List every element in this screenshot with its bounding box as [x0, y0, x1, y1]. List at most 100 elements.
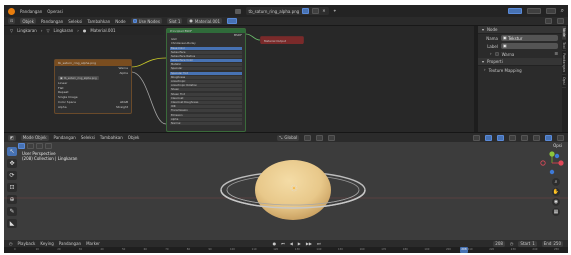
- menu-tambahkan-node[interactable]: Tambahkan: [87, 19, 110, 24]
- bsdf-input-row[interactable]: Emission: [167, 113, 245, 117]
- proportional-edit-button[interactable]: [328, 134, 336, 141]
- node-editor-canvas[interactable]: ▽ Lingkaran › ▽ Lingkaran › ● Material.0…: [4, 26, 474, 132]
- bsdf-input-row[interactable]: Sheen Tint: [167, 92, 245, 96]
- texture-mapping-row[interactable]: › Texture Mapping: [478, 66, 562, 74]
- bsdf-input-row[interactable]: Subsurface Radius: [167, 54, 245, 58]
- jump-end-icon[interactable]: ⏭: [317, 241, 321, 246]
- shading-material[interactable]: [545, 134, 552, 141]
- hand-pan-icon[interactable]: ✋: [552, 188, 560, 196]
- overlay-toggle[interactable]: [497, 134, 504, 141]
- menu-tambahkan-3d[interactable]: Tambahkan: [100, 135, 123, 140]
- menu-keying[interactable]: Keying: [40, 241, 53, 246]
- tab-tool[interactable]: Tool: [562, 40, 566, 52]
- image-browse-button[interactable]: [302, 8, 310, 14]
- new-image-button[interactable]: [312, 8, 320, 14]
- bsdf-input-row[interactable]: Christensen-Burley: [167, 42, 245, 46]
- shading-rendered[interactable]: [557, 134, 564, 141]
- shading-solid[interactable]: [533, 134, 540, 141]
- menu-pandangan[interactable]: Pandangan: [20, 9, 42, 14]
- overlay-toggle[interactable]: [557, 18, 564, 24]
- node-panel-header[interactable]: ▾ Node: [478, 26, 562, 34]
- bsdf-input-row[interactable]: Clearcoat Roughness: [167, 100, 245, 104]
- visibility-button[interactable]: [473, 134, 480, 141]
- prev-keyframe-icon[interactable]: ◀: [290, 241, 293, 246]
- bsdf-input-row[interactable]: Specular: [167, 67, 245, 71]
- bsdf-input-row[interactable]: Base Color: [167, 46, 245, 50]
- menu-objek-3d[interactable]: Objek: [128, 135, 140, 140]
- bsdf-input-row[interactable]: Anisotropic: [167, 79, 245, 84]
- chevron-right-icon[interactable]: ›: [490, 52, 492, 56]
- material-selector[interactable]: ● Material.001: [187, 18, 223, 24]
- search-icon[interactable]: ⌕: [561, 8, 564, 14]
- jump-start-icon[interactable]: ⏮: [281, 241, 285, 246]
- timeline-editor-icon[interactable]: ◷: [9, 241, 13, 246]
- ortho-toggle-icon[interactable]: ▦: [552, 208, 560, 216]
- menu-node[interactable]: Node: [115, 19, 125, 24]
- close-icon[interactable]: ✕: [322, 9, 325, 13]
- menu-pandangan-node[interactable]: Pandangan: [41, 19, 63, 24]
- menu-operasi[interactable]: Operasi: [47, 9, 62, 14]
- record-icon[interactable]: ●: [273, 241, 277, 246]
- mode-dropdown[interactable]: Mode Objek: [20, 134, 49, 141]
- snap-button[interactable]: [316, 134, 324, 141]
- bsdf-input-row[interactable]: Roughness: [167, 75, 245, 79]
- bsdf-input-row[interactable]: Sheen: [167, 88, 245, 92]
- next-keyframe-icon[interactable]: ▶▶: [306, 241, 312, 246]
- snap-toggle[interactable]: [545, 18, 552, 24]
- pivot-button[interactable]: [304, 134, 312, 141]
- bsdf-input-row[interactable]: Specular Tint: [167, 71, 245, 75]
- blender-logo-icon[interactable]: [8, 7, 15, 15]
- menu-pandangan-3d[interactable]: Pandangan: [54, 135, 76, 140]
- zoom-icon[interactable]: ⌕: [552, 178, 560, 186]
- bsdf-input-row[interactable]: Clearcoat: [167, 96, 245, 100]
- pin-icon[interactable]: ⌖: [334, 9, 336, 13]
- gizmo-toggle[interactable]: [485, 134, 492, 141]
- shading-wireframe[interactable]: [521, 134, 528, 141]
- menu-playback[interactable]: Playback: [18, 241, 36, 246]
- playhead[interactable]: 208: [460, 247, 468, 253]
- 3d-viewport[interactable]: Opsi User Perspective (208) Collection |…: [4, 142, 568, 240]
- material-fake-user-button[interactable]: [227, 18, 238, 24]
- slot-dropdown[interactable]: Slot 1: [166, 18, 183, 24]
- scene-selector[interactable]: [507, 8, 522, 14]
- menu-marker[interactable]: Marker: [86, 241, 100, 246]
- play-icon[interactable]: ▶: [298, 241, 301, 246]
- alpha-mode-row[interactable]: Alpha Straight: [55, 104, 131, 109]
- color-checkbox[interactable]: [494, 52, 499, 56]
- editor-type-button[interactable]: ⊡: [8, 18, 16, 24]
- tab-opsi[interactable]: Opsi: [562, 75, 566, 88]
- planet-scene[interactable]: [4, 142, 568, 240]
- material-output-node[interactable]: Material Output: [260, 36, 304, 44]
- image-texture-node[interactable]: tb_saturn_ring_alpha.png Warna Alpha ▣ t…: [54, 59, 132, 114]
- principled-bsdf-node[interactable]: Principled BSDF BSDF GGX Christensen-Burle…: [166, 28, 246, 132]
- tab-pandangan[interactable]: Pandangan: [562, 51, 566, 76]
- xray-toggle[interactable]: [509, 134, 516, 141]
- properties-panel-header[interactable]: ▾ Properti: [478, 58, 562, 66]
- list-icon[interactable]: ☰: [554, 52, 558, 56]
- image-datablock-field[interactable]: ▣ tb_saturn_ring_alpha.png: [58, 75, 99, 80]
- transform-orientation-dropdown[interactable]: ⤡ Global: [277, 134, 300, 141]
- editor-type-button[interactable]: ◩: [8, 134, 16, 141]
- bsdf-input-row[interactable]: Subsurface: [167, 50, 245, 54]
- node-name-field[interactable]: ▣ Tekstur: [501, 35, 558, 41]
- current-frame-field[interactable]: 208: [493, 240, 505, 247]
- navigation-gizmo[interactable]: [540, 151, 564, 175]
- use-nodes-toggle[interactable]: Use Nodes: [130, 18, 162, 24]
- menu-pandangan-timeline[interactable]: Pandangan: [59, 241, 81, 246]
- view-layer-selector[interactable]: [526, 8, 541, 14]
- output-node-header[interactable]: Material Output: [261, 37, 303, 44]
- tab-node[interactable]: Node: [562, 26, 566, 40]
- menu-seleksi-node[interactable]: Seleksi: [68, 19, 82, 24]
- end-frame-field[interactable]: End 250: [541, 240, 563, 247]
- timeline-ruler[interactable]: 0 10 20 30 40 50 60 70 80 90 100 110 120 130 140 150 160…: [4, 247, 568, 253]
- start-frame-field[interactable]: Start 1: [518, 240, 537, 247]
- image-name-field[interactable]: tb_saturn_ring_alpha.png ✕: [245, 7, 329, 15]
- bsdf-input-row[interactable]: Transmission: [167, 109, 245, 113]
- workspace-selector[interactable]: [545, 8, 556, 14]
- node-label-field[interactable]: ▣: [501, 43, 558, 49]
- bsdf-input-row[interactable]: Normal: [167, 121, 245, 125]
- menu-seleksi-3d[interactable]: Seleksi: [81, 135, 95, 140]
- object-shader-dropdown[interactable]: Objek: [20, 18, 36, 24]
- bsdf-input-row[interactable]: Alpha: [167, 117, 245, 121]
- camera-view-icon[interactable]: ◉: [552, 198, 560, 206]
